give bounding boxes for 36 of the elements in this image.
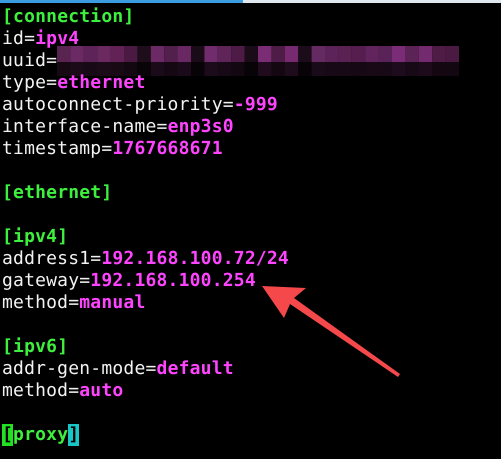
- bracket: ]: [101, 182, 112, 204]
- config-value: 1767668671: [112, 138, 223, 160]
- config-value: ethernet: [57, 72, 146, 94]
- bracket: [: [2, 182, 14, 204]
- bracket: [: [2, 336, 14, 358]
- config-value: ipv4: [35, 28, 80, 50]
- config-value: enp3s0: [168, 116, 234, 138]
- config-key: uuid=: [2, 50, 58, 72]
- config-key: method=: [2, 380, 80, 402]
- config-value: 192.168.100.72/24: [101, 248, 289, 270]
- config-value: auto: [79, 380, 124, 402]
- config-value: manual: [79, 292, 146, 314]
- config-value: -999: [234, 94, 278, 116]
- config-value: 192.168.100.254: [90, 270, 256, 292]
- config-value: default: [156, 358, 234, 380]
- bracket: [: [2, 226, 14, 248]
- bracket: ]: [57, 226, 68, 248]
- section-name: connection: [13, 6, 124, 28]
- section-name: ipv4: [13, 226, 58, 248]
- section-name: ethernet: [13, 182, 102, 204]
- bracket: ]: [68, 424, 80, 446]
- section-name: ipv6: [13, 336, 58, 358]
- config-key: type=: [2, 72, 58, 94]
- config-key: autoconnect-priority=: [2, 94, 234, 116]
- config-key: method=: [2, 292, 80, 314]
- config-key: addr-gen-mode=: [2, 358, 157, 380]
- section-name: proxy: [13, 424, 68, 446]
- bracket: ]: [123, 6, 134, 28]
- bracket: ]: [57, 336, 68, 358]
- config-key: gateway=: [2, 270, 90, 292]
- config-key: address1=: [2, 248, 102, 270]
- config-key: id=: [2, 28, 36, 50]
- bracket: [: [2, 6, 14, 28]
- config-key: interface-name=: [2, 116, 168, 138]
- bracket: [: [2, 424, 14, 446]
- config-key: timestamp=: [2, 138, 112, 160]
